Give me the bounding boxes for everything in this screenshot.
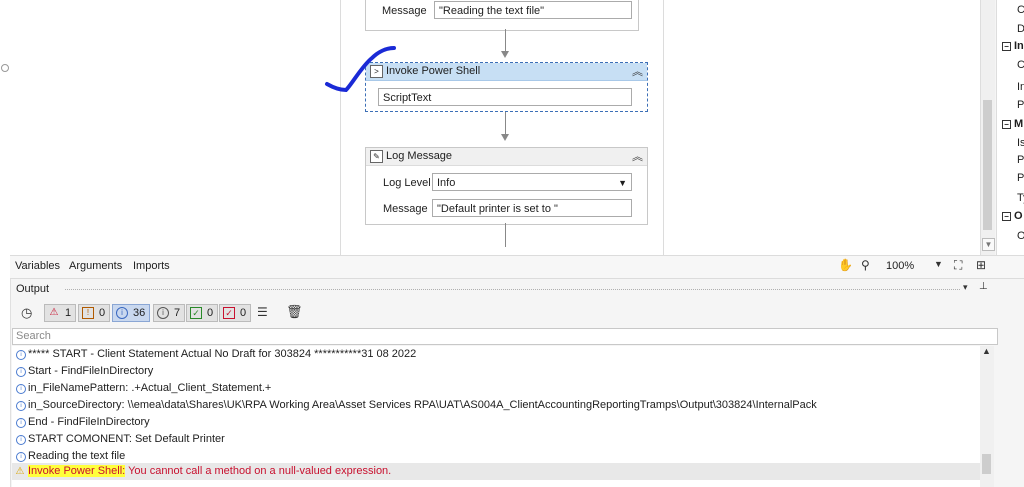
property-row[interactable]: C [1017,59,1024,71]
log-level-value: Info [437,177,456,189]
overview-icon[interactable]: ⊞ [976,258,986,272]
info-icon: i [16,384,26,394]
filter-list-icon[interactable]: ☰ [257,305,268,319]
scroll-up-icon[interactable]: ▲ [982,346,991,356]
search-icon[interactable]: ⚲ [861,258,870,272]
trash-icon[interactable]: 🗑 [286,304,303,320]
message-field[interactable]: "Reading the text file" [434,1,632,19]
info-icon: i [16,418,26,428]
chevron-down-icon: ▼ [618,178,627,188]
property-row[interactable]: Ty [1017,192,1024,204]
info-icon: i [16,401,26,411]
output-scrollbar[interactable]: ▲ [980,346,994,487]
info-filter-button[interactable]: i 36 [112,304,151,322]
exclamation-icon: ! [82,307,94,319]
zoom-level[interactable]: 100% [886,260,914,272]
search-placeholder: Search [16,330,51,342]
info-icon: i [116,307,128,319]
tab-variables[interactable]: Variables [15,260,60,272]
message-label: Message [382,5,427,17]
activity-header[interactable]: > Invoke Power Shell ︽ [366,63,647,81]
activity-title: Invoke Power Shell [386,65,481,77]
connector [505,29,506,51]
property-section[interactable]: − O [1002,210,1023,222]
log-row[interactable]: i ***** START - Client Statement Actual N… [12,346,980,363]
connector-arrow [501,51,509,58]
checkmark-annotation [325,46,396,93]
collapse-icon[interactable]: ︽ [632,148,643,164]
output-log: i ***** START - Client Statement Actual N… [12,346,980,487]
clock-icon[interactable]: ◷ [21,305,32,321]
log-level-select[interactable]: Info ▼ [432,173,632,191]
gear-icon [1,64,9,72]
log-message-activity[interactable]: ✎ Log Message ︽ Log Level Info ▼ Message… [365,147,648,225]
log-message-icon: ✎ [370,150,383,163]
property-row[interactable]: Pr [1017,172,1024,184]
sequence-container: Message "Reading the text file" > Invoke… [340,0,664,255]
pin-icon[interactable]: ⊥ [979,281,988,292]
warning-triangle-icon: ⚠ [49,307,59,318]
connector-arrow [501,134,509,141]
tab-imports[interactable]: Imports [133,260,170,272]
log-row[interactable]: i START COMONENT: Set Default Printer [12,431,980,448]
warning-triangle-icon: ⚠ [15,466,25,477]
invoke-power-shell-activity[interactable]: > Invoke Power Shell ︽ ScriptText [365,62,648,112]
error-log-row[interactable]: ⚠ Invoke Power Shell: You cannot call a … [12,463,980,480]
workflow-designer: Message "Reading the text file" > Invoke… [10,0,980,255]
log-message-activity-top[interactable]: Message "Reading the text file" [365,0,639,31]
log-row[interactable]: i in_SourceDirectory: \\emea\data\Shares\… [12,397,980,414]
property-row[interactable]: Pa [1017,154,1024,166]
error-message: You cannot call a method on a null-value… [125,465,392,477]
hand-icon[interactable]: ✋ [838,258,853,272]
property-section[interactable]: − In [1002,40,1024,52]
info-icon: i [16,367,26,377]
output-panel-header: Output ▾ ⊥ [10,280,1000,298]
check-icon: ✓ [190,307,202,319]
collapse-icon[interactable]: ︽ [632,63,643,79]
output-toolbar: ◷ ⚠ 1 ! 0 i 36 i7 ✓ 0 ✓ 0 ☰ 🗑 [10,301,1000,325]
scroll-thumb[interactable] [982,454,991,474]
trace-icon: i [157,307,169,319]
log-level-label: Log Level [383,177,431,189]
output-search-input[interactable]: Search [12,328,998,345]
fit-to-screen-icon[interactable]: ⛶ [954,258,962,273]
connector [505,112,506,134]
message-label: Message [383,203,428,215]
message-field[interactable]: "Default printer is set to " [432,199,632,217]
property-row[interactable]: In [1017,81,1024,93]
property-row[interactable]: Is [1017,137,1024,149]
activity-header[interactable]: ✎ Log Message ︽ [366,148,647,166]
log-row[interactable]: i Start - FindFileInDirectory [12,363,980,380]
scroll-down-icon[interactable]: ▼ [982,238,995,251]
verbose-filter-button[interactable]: ✓ 0 [186,304,219,322]
activity-title: Log Message [386,150,453,162]
fatal-filter-button[interactable]: ✓ 0 [219,304,252,322]
info-icon: i [16,350,26,360]
header-divider [65,289,960,290]
trace-filter-button[interactable]: i7 [153,304,186,322]
log-row[interactable]: i in_FileNamePattern: .+Actual_Client_Sta… [12,380,980,397]
check-error-icon: ✓ [223,307,235,319]
properties-panel: C D −In C In Pa −M Is Pa Pr Ty −O O [996,0,1024,255]
scroll-thumb[interactable] [983,100,992,230]
info-icon: i [16,435,26,445]
info-icon: i [16,452,26,462]
property-row[interactable]: Pa [1017,99,1024,111]
property-row[interactable]: O [1017,230,1024,242]
warnings-filter-button[interactable]: ! 0 [78,304,111,322]
script-text-field[interactable]: ScriptText [378,88,632,106]
log-row[interactable]: i End - FindFileInDirectory [12,414,980,431]
property-row[interactable]: D [1017,23,1024,35]
connector [505,223,506,247]
output-title: Output [16,283,50,295]
designer-scrollbar[interactable]: ▼ [980,0,995,255]
chevron-down-icon[interactable]: ▾ [963,282,968,293]
tab-arguments[interactable]: Arguments [69,260,122,272]
property-section[interactable]: − M [1002,118,1023,130]
errors-filter-button[interactable]: ⚠ 1 [44,304,77,322]
zoom-dropdown-icon[interactable]: ▼ [934,259,943,269]
error-source: Invoke Power Shell: [28,465,126,477]
designer-tabs: Variables Arguments Imports ✋ ⚲ 100% ▼ ⛶… [10,255,1024,279]
property-row[interactable]: C [1017,4,1024,16]
